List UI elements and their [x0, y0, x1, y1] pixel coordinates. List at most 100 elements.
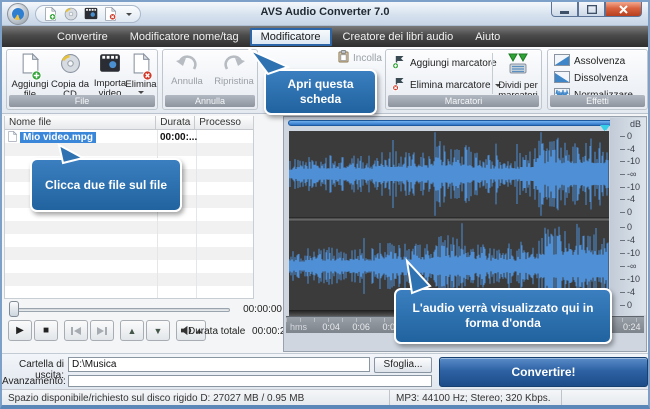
fade-in-icon: [554, 54, 570, 69]
title-bar: AVS Audio Converter 7.0: [2, 2, 648, 26]
waveform-scrollbar[interactable]: [288, 120, 640, 126]
db-tick-label: -∞: [610, 261, 646, 271]
output-folder-input[interactable]: D:\Musica: [68, 357, 370, 372]
column-divider: [157, 130, 158, 298]
tab-modificatore-nome-tag[interactable]: Modificatore nome/tag: [119, 28, 250, 46]
tab-convertire[interactable]: Convertire: [46, 28, 119, 46]
db-tick-label: -4: [610, 144, 646, 154]
status-empty: [562, 390, 648, 405]
close-button[interactable]: [605, 2, 642, 17]
callout-text: L'audio verrà visualizzato qui in forma …: [402, 301, 604, 331]
tab-creatore-libri-audio[interactable]: Creatore dei libri audio: [332, 28, 465, 46]
file-row[interactable]: Mio video.mpg 00:00:...: [5, 131, 253, 144]
move-up-button[interactable]: ▲: [120, 320, 144, 341]
callout-double-click-file: Clicca due file sul file: [30, 158, 182, 212]
file-icon: [8, 129, 17, 147]
column-header-durata[interactable]: Durata: [156, 116, 195, 129]
move-down-button[interactable]: ▼: [146, 320, 170, 341]
callout-tail: [50, 144, 86, 164]
ruler-time-label: 0:06: [352, 322, 370, 332]
undo-button[interactable]: Annulla: [165, 53, 209, 97]
group-file: Aggiungi file Copia da CD Importa video: [6, 49, 158, 110]
group-divider: [492, 53, 493, 94]
callout-text: Apri questa scheda: [272, 77, 369, 107]
fade-in-button[interactable]: Assolvenza: [554, 53, 625, 69]
db-scale: dB 0-4-10-∞-10-40 0-4-10-∞-10-40: [610, 118, 646, 315]
seek-slider-handle[interactable]: [9, 301, 19, 317]
db-tick-label: 0: [610, 207, 646, 217]
db-tick-label: -10: [610, 156, 646, 166]
status-disk-space: Spazio disponibile/richiesto sul disco r…: [2, 390, 390, 405]
next-button[interactable]: [90, 320, 114, 341]
fade-out-icon: [554, 71, 570, 86]
delete-marker-icon: [392, 77, 406, 94]
db-tick-label: -4: [610, 194, 646, 204]
cd-icon: [60, 53, 81, 79]
film-icon: [99, 53, 121, 78]
add-marker-icon: [392, 55, 406, 72]
reorder-controls: ▲ ▼: [120, 320, 170, 343]
callout-waveform: L'audio verrà visualizzato qui in forma …: [394, 288, 612, 344]
position-time: 00:00:00: [232, 304, 282, 315]
file-name: Mio video.mpg: [20, 132, 96, 143]
total-duration: Durata totale 00:00:24: [188, 326, 291, 337]
next-icon: [96, 326, 108, 336]
minimize-button[interactable]: [551, 2, 578, 17]
column-divider: [196, 130, 197, 298]
fade-out-button[interactable]: Dissolvenza: [554, 70, 628, 86]
tab-aiuto[interactable]: Aiuto: [464, 28, 511, 46]
ruler-unit: hms: [290, 322, 307, 332]
callout-tail: [248, 49, 290, 75]
add-file-icon: [22, 53, 39, 79]
file-list-header: Nome file Durata Processo: [5, 116, 253, 130]
group-annulla: Annulla Ripristina Annulla: [162, 49, 258, 110]
group-effetti: Assolvenza Dissolvenza Normalizzare Effe…: [547, 49, 648, 110]
db-tick-label: 0: [610, 222, 646, 232]
group-label-effetti: Effetti: [550, 95, 645, 107]
tab-modificatore[interactable]: Modificatore: [250, 28, 332, 46]
browse-button[interactable]: Sfoglia...: [374, 357, 432, 373]
convert-button[interactable]: Convertire!: [439, 357, 648, 387]
callout-open-tab: Apri questa scheda: [264, 69, 377, 115]
split-markers-icon: [506, 53, 530, 80]
db-tick-label: -4: [610, 287, 646, 297]
delete-marker-button[interactable]: Elimina marcatore: [392, 77, 501, 93]
callout-text: Clicca due file sul file: [45, 178, 167, 193]
add-marker-button[interactable]: Aggiungi marcatore: [392, 55, 497, 71]
file-duration: 00:00:...: [160, 132, 197, 143]
progress-bar: [68, 375, 432, 387]
previous-button[interactable]: [64, 320, 88, 341]
status-format: MP3: 44100 Hz; Stereo; 320 Kbps.: [390, 390, 562, 405]
db-tick-label: 0: [610, 300, 646, 310]
group-marcatori: Aggiungi marcatore Elimina marcatore Div…: [385, 49, 542, 110]
play-button[interactable]: ▶: [8, 320, 32, 341]
stop-button[interactable]: ■: [34, 320, 58, 341]
group-label-marcatori: Marcatori: [388, 95, 539, 107]
column-header-nome-file[interactable]: Nome file: [5, 116, 156, 129]
callout-tail: [400, 260, 434, 294]
ruler-time-label: 0:04: [322, 322, 340, 332]
db-tick-label: -10: [610, 274, 646, 284]
split-by-markers-button[interactable]: Dividi per marcatori: [496, 53, 540, 97]
down-arrow-icon: ▼: [154, 326, 163, 336]
output-settings: Cartella di uscita: D:\Musica Sfoglia...…: [2, 353, 648, 389]
playback-controls: ▶ ■: [8, 320, 58, 343]
db-scale-label: dB: [630, 119, 641, 129]
skip-controls: [64, 320, 114, 343]
add-file-button[interactable]: Aggiungi file: [9, 53, 51, 97]
dropdown-arrow-icon: [138, 91, 144, 94]
copy-cd-button[interactable]: Copia da CD: [49, 53, 91, 97]
seek-slider[interactable]: [10, 308, 230, 312]
waveform-display[interactable]: [289, 131, 609, 310]
column-header-processo[interactable]: Processo: [195, 116, 253, 129]
play-icon: ▶: [16, 325, 24, 336]
db-tick-label: 0: [610, 131, 646, 141]
maximize-button[interactable]: [578, 2, 605, 17]
db-tick-label: -10: [610, 248, 646, 258]
up-arrow-icon: ▲: [128, 326, 137, 336]
undo-icon: [175, 53, 199, 76]
tab-bar: Convertire Modificatore nome/tag Modific…: [2, 26, 648, 47]
paste-button[interactable]: Incolla: [338, 50, 382, 66]
delete-file-button[interactable]: Elimina: [125, 53, 157, 97]
delete-file-icon: [133, 53, 150, 79]
